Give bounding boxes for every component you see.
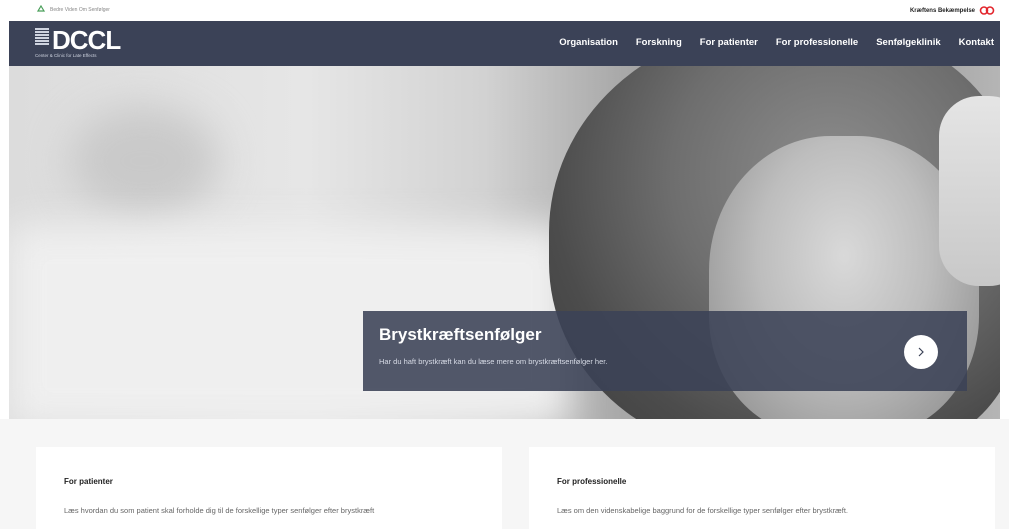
- brand-name: DCCL: [52, 25, 121, 55]
- hero-title: Brystkræftsenfølger: [379, 325, 542, 344]
- bedre-viden-label: Bedre Viden Om Senfølger: [50, 7, 110, 13]
- recycle-logo-icon: [36, 5, 46, 12]
- nav-item-for-patienter[interactable]: For patienter: [700, 37, 758, 48]
- card-for-professionelle[interactable]: For professionelle Læs om den videnskabe…: [529, 447, 995, 529]
- kraeftens-bekaempelse-logo-icon: [979, 6, 995, 15]
- nav-item-forskning[interactable]: Forskning: [636, 37, 682, 48]
- hero-next-button[interactable]: [904, 335, 938, 369]
- hero-caption[interactable]: Brystkræftsenfølger Har du haft brystkræ…: [363, 311, 967, 391]
- primary-nav: Organisation Forskning For patienter For…: [559, 37, 994, 48]
- chevron-right-icon: [918, 347, 924, 357]
- intro-cards: For patienter Læs hvordan du som patient…: [0, 419, 1009, 529]
- nav-item-for-professionelle[interactable]: For professionelle: [776, 37, 858, 48]
- main-navbar: DCCL Center & Clinic for Late Effects Or…: [9, 21, 1000, 66]
- hero-subtitle: Har du haft brystkræft kan du læse mere …: [379, 357, 608, 366]
- card-text: Læs om den videnskabelige baggrund for d…: [557, 506, 848, 515]
- nav-item-senfolgeklinik[interactable]: Senfølgeklinik: [876, 37, 940, 48]
- dccl-logo-mark-icon: [35, 28, 49, 48]
- kraeftens-bekaempelse-label: Kræftens Bekæmpelse: [909, 7, 975, 14]
- hero-banner: Brystkræftsenfølger Har du haft brystkræ…: [9, 66, 1000, 419]
- card-text: Læs hvordan du som patient skal forholde…: [64, 506, 375, 515]
- nav-item-kontakt[interactable]: Kontakt: [959, 37, 994, 48]
- nav-item-organisation[interactable]: Organisation: [559, 37, 618, 48]
- kraeftens-bekaempelse-link[interactable]: Kræftens Bekæmpelse: [910, 6, 995, 15]
- card-title: For professionelle: [557, 477, 627, 486]
- brand-tagline: Center & Clinic for Late Effects: [35, 53, 97, 58]
- card-title: For patienter: [64, 477, 113, 486]
- card-for-patienter[interactable]: For patienter Læs hvordan du som patient…: [36, 447, 502, 529]
- utility-bar: Bedre Viden Om Senfølger Kræftens Bekæmp…: [0, 0, 1009, 21]
- bedre-viden-link[interactable]: Bedre Viden Om Senfølger: [36, 5, 110, 15]
